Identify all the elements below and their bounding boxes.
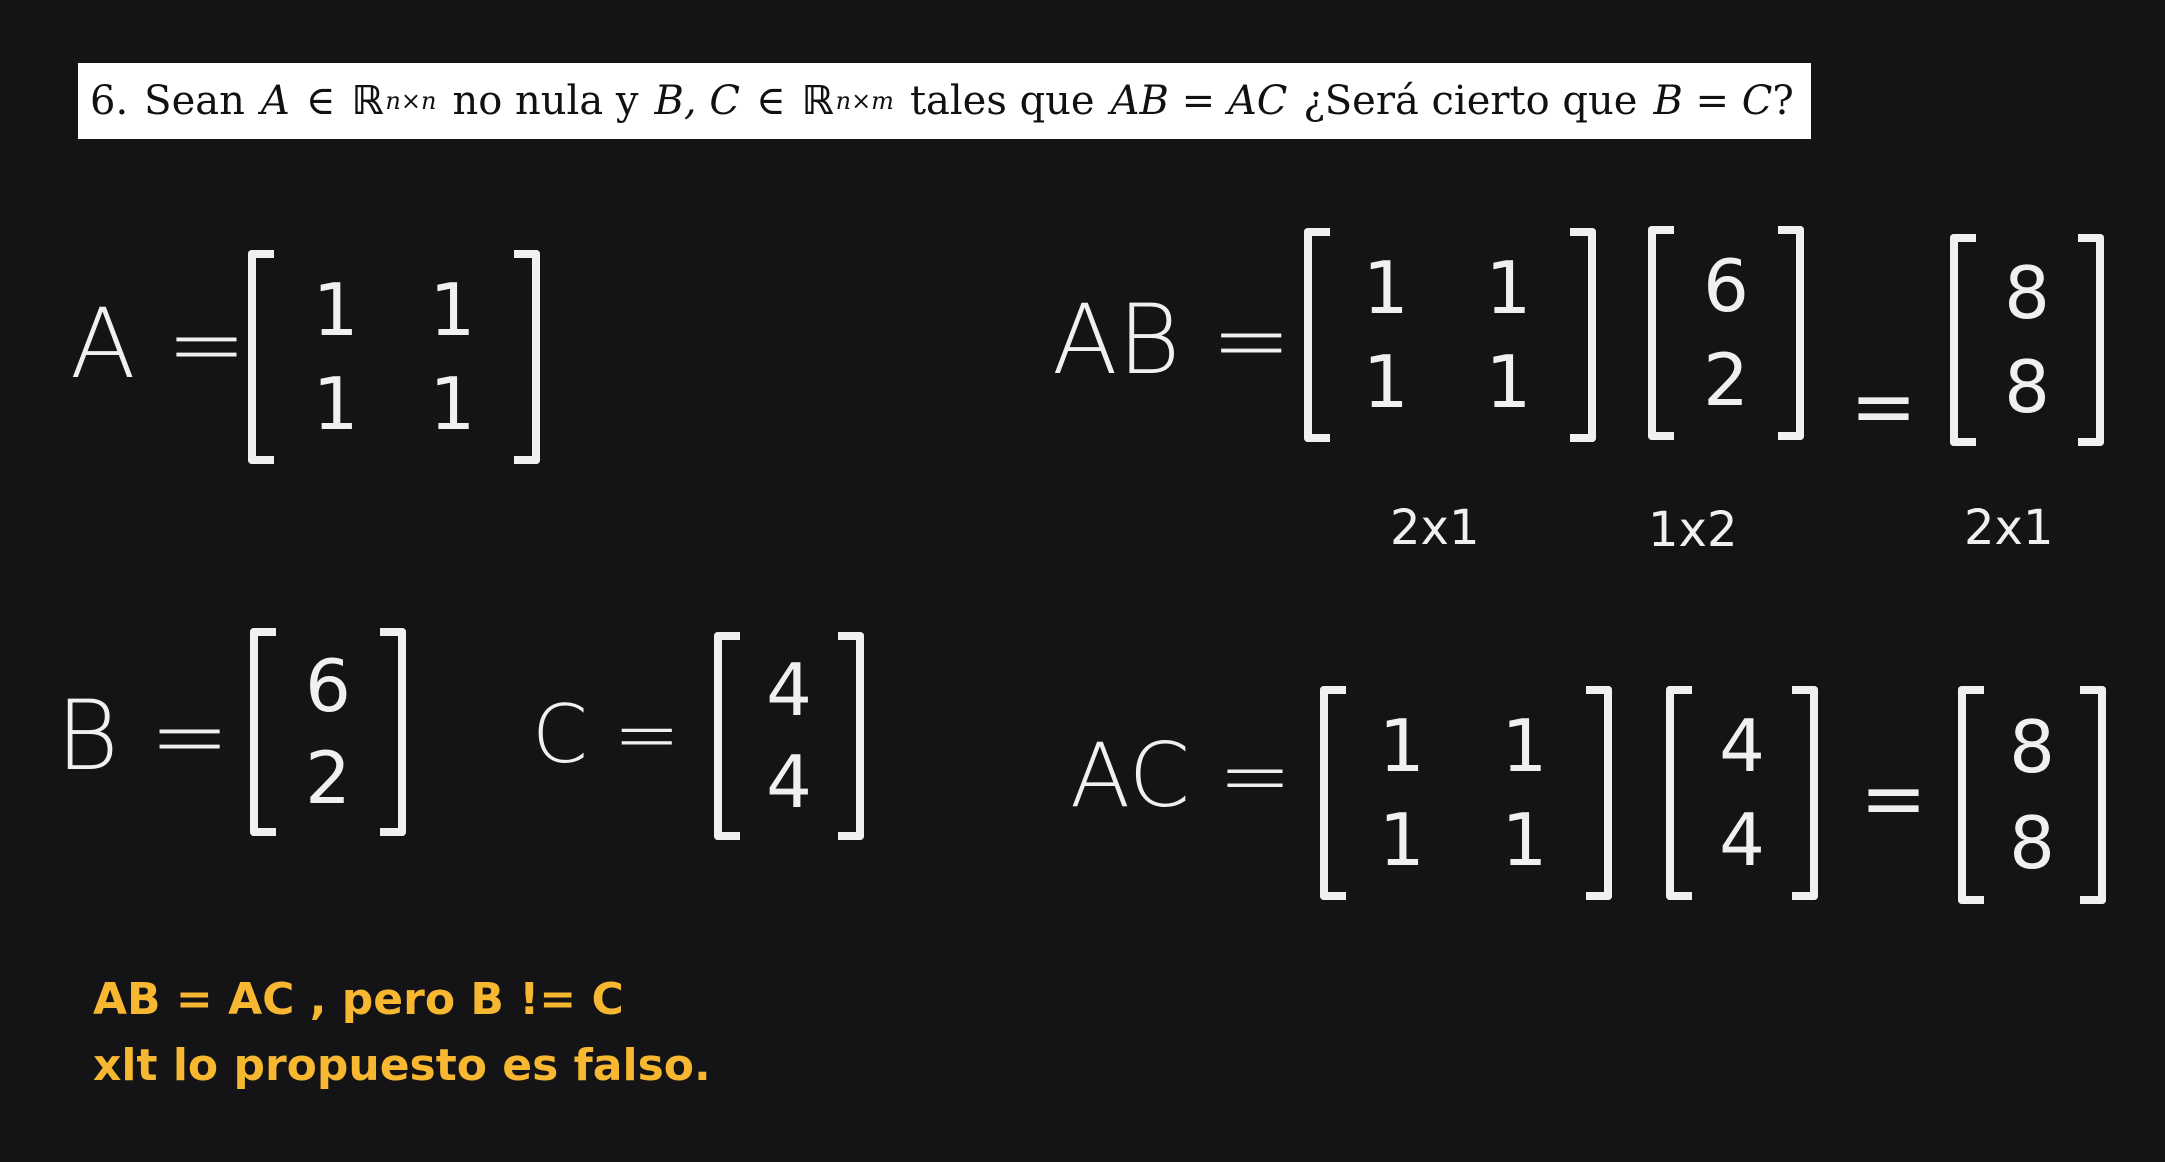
matrix-ab-result: 8 8 — [1950, 234, 2104, 446]
left-bracket — [1666, 686, 1692, 900]
matrix-cell: 1 — [312, 267, 359, 352]
label-a-equals: A = — [70, 288, 247, 400]
equation-b-c: B = C — [1653, 78, 1773, 124]
matrix-cell: 4 — [1719, 798, 1765, 883]
problem-text-sean: Sean — [144, 78, 245, 124]
matrix-cell: 1 — [429, 362, 476, 447]
left-bracket — [714, 632, 740, 840]
reals-symbol: ℝ — [351, 78, 384, 124]
matrix-cell: 1 — [1501, 798, 1548, 883]
left-bracket — [1958, 686, 1984, 904]
left-bracket — [250, 628, 276, 836]
left-bracket — [248, 250, 274, 464]
conclusion-line-2: xlt lo propuesto es falso. — [93, 1040, 711, 1091]
matrix-cell: 2 — [1703, 338, 1749, 423]
label-ac-equals: AC = — [1070, 724, 1292, 827]
right-bracket — [1570, 228, 1596, 442]
matrix-cell: 8 — [2004, 251, 2050, 336]
symbol-b-c: B, C — [654, 78, 740, 124]
matrix-cell: 1 — [312, 362, 359, 447]
label-c-equals: C = — [532, 688, 681, 781]
matrix-cell: 8 — [2004, 344, 2050, 429]
matrix-cell: 4 — [1719, 703, 1765, 788]
right-bracket — [514, 250, 540, 464]
matrix-cell: 8 — [2009, 800, 2055, 885]
right-bracket — [2078, 234, 2104, 446]
matrix-cell: 6 — [305, 644, 351, 729]
label-ab-equals: AB = — [1052, 284, 1292, 396]
right-bracket — [380, 628, 406, 836]
right-bracket — [1586, 686, 1612, 900]
symbol-a: A — [260, 78, 290, 124]
matrix-ab-right-factor: 6 2 — [1648, 226, 1804, 440]
dimension-exponent-nxm: n×m — [835, 87, 894, 115]
problem-number: 6. — [90, 78, 129, 124]
matrix-cell: 1 — [1362, 245, 1409, 330]
matrix-ac-result: 8 8 — [1958, 686, 2106, 904]
dimension-label: 2x1 — [1964, 500, 2054, 556]
left-bracket — [1320, 686, 1346, 900]
problem-question: ¿Será cierto que — [1303, 78, 1638, 124]
element-of-symbol: ∈ — [305, 78, 336, 124]
problem-text-no-nula: no nula y — [452, 78, 639, 124]
matrix-cell: 1 — [1362, 340, 1409, 425]
matrix-cell: 4 — [766, 739, 812, 824]
matrix-cell: 2 — [305, 735, 351, 820]
matrix-cell: 1 — [429, 267, 476, 352]
left-bracket — [1304, 228, 1330, 442]
matrix-cell: 1 — [1485, 340, 1532, 425]
matrix-cell: 1 — [1501, 703, 1548, 788]
matrix-cell: 8 — [2009, 705, 2055, 790]
matrix-ab-left-factor: 1 1 1 1 — [1304, 228, 1596, 442]
right-bracket — [838, 632, 864, 840]
dimension-label: 2x1 — [1390, 500, 1480, 556]
matrix-ac-right-factor: 4 4 — [1666, 686, 1818, 900]
dimension-label: 1x2 — [1648, 502, 1738, 558]
matrix-c: 4 4 — [714, 632, 864, 840]
problem-statement: 6. Sean A ∈ ℝn×n no nula y B, C ∈ ℝn×m t… — [78, 63, 1811, 139]
matrix-ac-left-factor: 1 1 1 1 — [1320, 686, 1612, 900]
matrix-cell: 1 — [1378, 798, 1425, 883]
matrix-cell: 4 — [766, 648, 812, 733]
matrix-b: 6 2 — [250, 628, 406, 836]
right-bracket — [1792, 686, 1818, 900]
matrix-cell: 6 — [1703, 243, 1749, 328]
equation-ab-ac: AB = AC — [1110, 78, 1288, 124]
right-bracket — [2080, 686, 2106, 904]
equals-sign: = — [1860, 752, 1928, 845]
problem-text-tales-que: tales que — [909, 78, 1095, 124]
left-bracket — [1950, 234, 1976, 446]
dimension-exponent-nxn: n×n — [385, 87, 437, 115]
left-bracket — [1648, 226, 1674, 440]
element-of-symbol-2: ∈ — [755, 78, 786, 124]
right-bracket — [1778, 226, 1804, 440]
matrix-a: 1 1 1 1 — [248, 250, 540, 464]
question-mark: ? — [1772, 78, 1794, 124]
conclusion-line-1: AB = AC , pero B != C — [93, 974, 624, 1025]
reals-symbol-2: ℝ — [801, 78, 834, 124]
matrix-cell: 1 — [1485, 245, 1532, 330]
equals-sign: = — [1850, 360, 1918, 453]
matrix-cell: 1 — [1378, 703, 1425, 788]
label-b-equals: B = — [56, 680, 230, 792]
